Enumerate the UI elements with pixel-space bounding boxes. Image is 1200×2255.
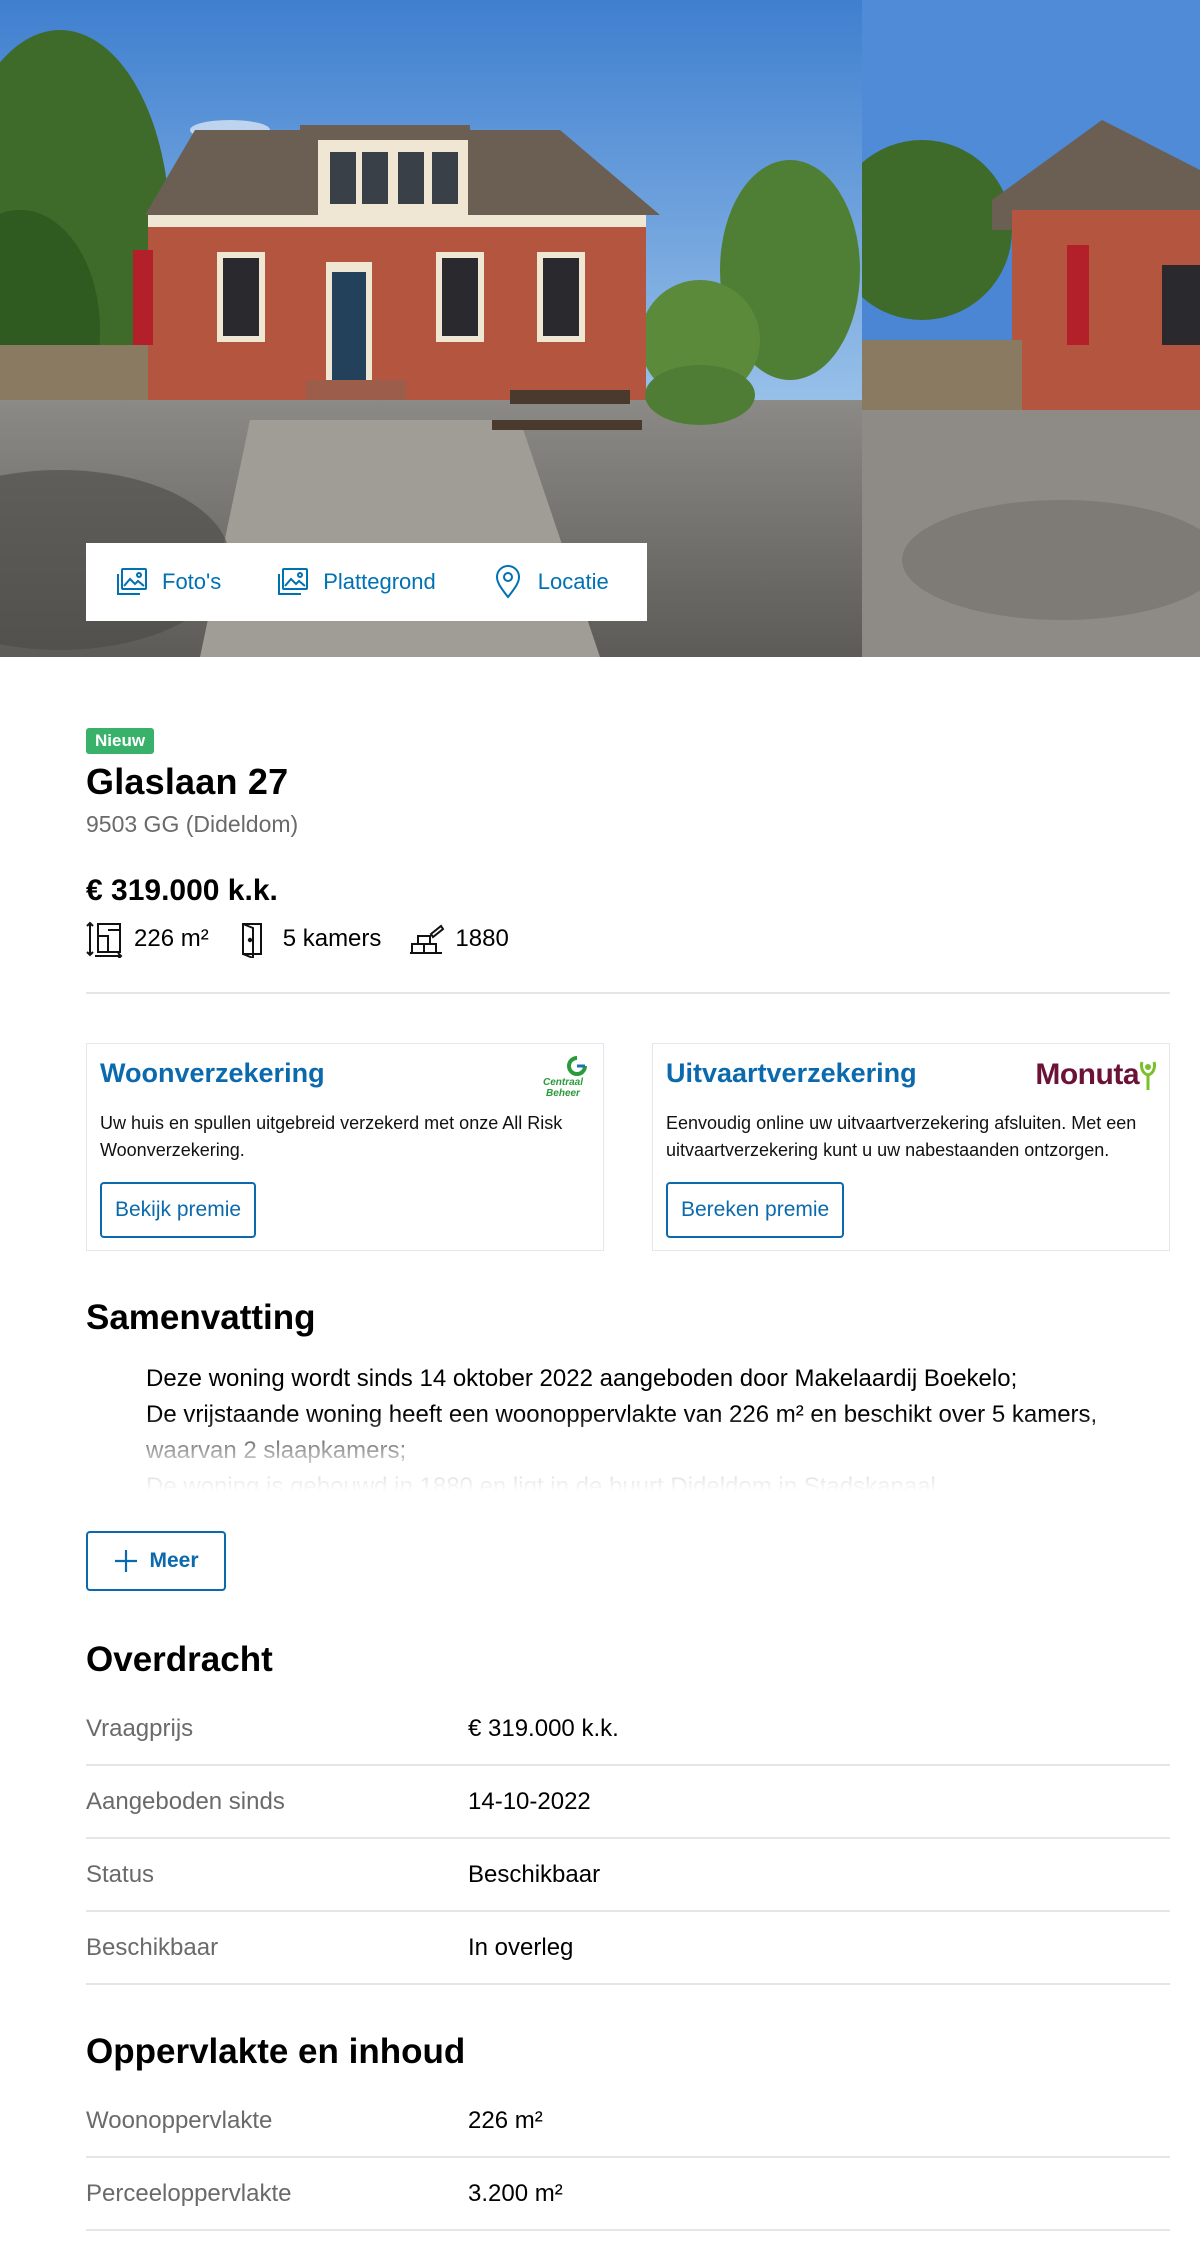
row-value: € 319.000 k.k. (468, 1714, 619, 1742)
row-label: Status (86, 1860, 155, 1888)
summary-list: Deze woning wordt sinds 14 oktober 2022 … (146, 1361, 1170, 1491)
summary-item: De vrijstaande woning heeft een woonoppe… (146, 1397, 1170, 1469)
plus-icon (115, 1550, 138, 1572)
listing-postcode: 9503 GG (Dideldom) (86, 811, 299, 837)
feature-floor-area-value: 226 m² (134, 925, 209, 952)
feature-rooms: 5 kamers (235, 920, 382, 958)
new-badge: Nieuw (86, 728, 155, 754)
funeral-insurance-title[interactable]: Uitvaartverzekering (666, 1058, 917, 1089)
floorplan-icon (278, 568, 309, 595)
table-row: Perceeloppervlakte 3.200 m² (86, 2158, 1170, 2231)
centraal-beheer-logo: Centraal Beheer (543, 1056, 587, 1098)
table-row: Status Beschikbaar (86, 1839, 1170, 1912)
location-label: Locatie (537, 569, 609, 594)
construction-year-icon (410, 924, 445, 954)
location-button[interactable]: Locatie (490, 564, 609, 600)
key-features: 226 m² 5 kamers 1880 (86, 920, 535, 958)
feature-rooms-value: 5 kamers (282, 925, 382, 952)
row-value: 3.200 m² (468, 2179, 563, 2207)
row-label: Woonoppervlakte (86, 2106, 273, 2134)
funeral-insurance-ad[interactable]: Uitvaartverzekering Monuta Eenvoudig onl… (652, 1043, 1170, 1251)
floorplan-label: Plattegrond (323, 569, 436, 594)
listing-title: Glaslaan 27 (86, 761, 289, 802)
house-photo-second[interactable] (862, 0, 1200, 657)
monuta-logo: Monuta (1035, 1058, 1157, 1092)
area-table: Woonoppervlakte 226 m² Perceeloppervlakt… (86, 2085, 1170, 2231)
area-heading: Oppervlakte en inhoud (86, 2032, 466, 2071)
feature-construction-year: 1880 (407, 920, 509, 958)
listing-price: € 319.000 k.k. (86, 874, 278, 907)
listing-content: Nieuw Glaslaan 27 9503 GG (Dideldom) € 3… (86, 728, 1170, 2231)
floorplan-button[interactable]: Plattegrond (275, 564, 436, 600)
calculate-premium-button[interactable]: Bereken premie (666, 1182, 845, 1238)
floor-area-icon (86, 921, 123, 958)
centraal-beheer-wordmark: Centraal (543, 1077, 583, 1088)
show-more-button[interactable]: Meer (86, 1531, 226, 1591)
row-label: Perceeloppervlakte (86, 2179, 292, 2207)
map-pin-icon (495, 565, 520, 599)
funeral-insurance-text: Eenvoudig online uw uitvaartverzekering … (666, 1113, 1137, 1160)
row-value: 226 m² (468, 2106, 543, 2134)
table-row: Beschikbaar In overleg (86, 1912, 1170, 1985)
door-icon (241, 923, 262, 958)
row-label: Aangeboden sinds (86, 1787, 285, 1815)
transfer-heading: Overdracht (86, 1640, 273, 1679)
home-insurance-ad[interactable]: Woonverzekering Centraal Beheer Uw huis … (86, 1043, 604, 1251)
summary-item: De woning is gebouwd in 1880 en ligt in … (146, 1469, 1170, 1491)
feature-floor-area: 226 m² (86, 920, 209, 958)
row-label: Beschikbaar (86, 1933, 219, 1961)
photos-icon (117, 568, 147, 595)
feature-construction-year-value: 1880 (455, 925, 509, 952)
summary-heading: Samenvatting (86, 1298, 316, 1337)
section-divider (86, 992, 1170, 994)
transfer-table: Vraagprijs € 319.000 k.k. Aangeboden sin… (86, 1693, 1170, 1985)
row-label: Vraagprijs (86, 1714, 194, 1742)
photo-gallery[interactable]: Foto's Plattegrond Locatie (0, 0, 1200, 657)
media-toolbar: Foto's Plattegrond Locatie (86, 543, 647, 621)
view-premium-button[interactable]: Bekijk premie (100, 1182, 257, 1238)
row-value: 14-10-2022 (468, 1787, 591, 1815)
table-row: Woonoppervlakte 226 m² (86, 2085, 1170, 2158)
table-row: Vraagprijs € 319.000 k.k. (86, 1693, 1170, 1766)
row-value: Beschikbaar (468, 1860, 601, 1888)
home-insurance-text: Uw huis en spullen uitgebreid verzekerd … (100, 1113, 563, 1160)
monuta-flower-icon (1140, 1061, 1156, 1090)
photos-button[interactable]: Foto's (114, 564, 221, 600)
photos-label: Foto's (162, 569, 222, 594)
row-value: In overleg (468, 1933, 574, 1961)
monuta-wordmark: Monuta (1035, 1058, 1139, 1091)
svg-text:Beheer: Beheer (546, 1088, 581, 1098)
show-more-label: Meer (149, 1549, 199, 1572)
table-row: Aangeboden sinds 14-10-2022 (86, 1766, 1170, 1839)
summary-item: Deze woning wordt sinds 14 oktober 2022 … (146, 1361, 1170, 1397)
home-insurance-title[interactable]: Woonverzekering (100, 1058, 325, 1089)
